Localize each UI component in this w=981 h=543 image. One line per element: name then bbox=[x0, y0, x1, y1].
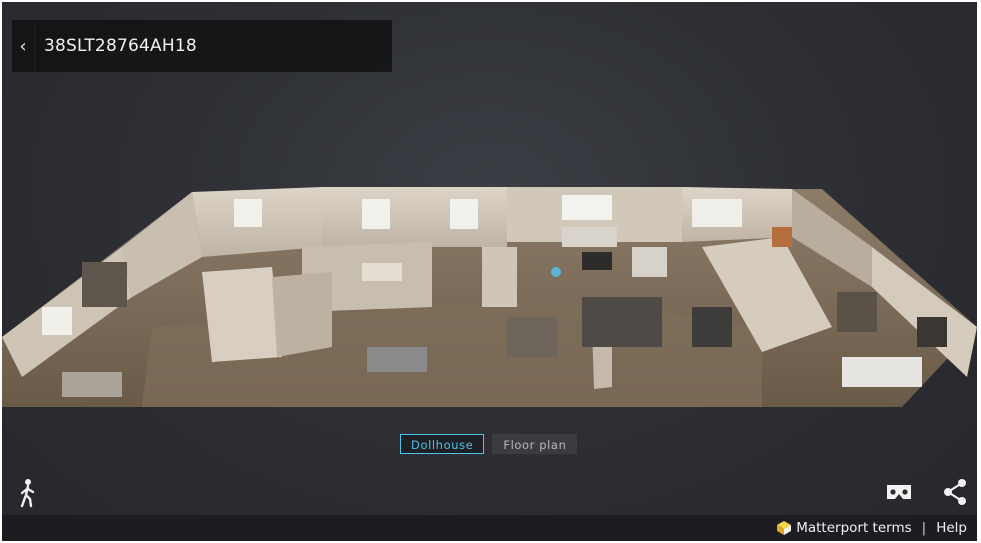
page-title: 38SLT28764AH18 bbox=[44, 36, 197, 56]
footer-bar: Matterport terms | Help bbox=[2, 515, 977, 541]
tab-dollhouse[interactable]: Dollhouse bbox=[400, 434, 485, 454]
back-button[interactable]: ‹ bbox=[12, 20, 35, 72]
navigation-marker[interactable] bbox=[551, 267, 561, 277]
matterport-logo-icon bbox=[777, 521, 792, 535]
footer-separator: | bbox=[921, 520, 927, 536]
dollhouse-model[interactable] bbox=[2, 177, 977, 412]
3d-viewer[interactable]: ‹ 38SLT28764AH18 Dollhouse Floor plan Ma… bbox=[2, 2, 977, 541]
title-bar: ‹ 38SLT28764AH18 bbox=[12, 20, 392, 72]
mode-tabs: Dollhouse Floor plan bbox=[400, 434, 578, 454]
help-link[interactable]: Help bbox=[936, 520, 967, 536]
share-icon[interactable] bbox=[942, 478, 968, 506]
chevron-left-icon: ‹ bbox=[19, 35, 27, 57]
vr-headset-icon[interactable] bbox=[885, 482, 913, 502]
tab-floor-plan[interactable]: Floor plan bbox=[492, 434, 578, 454]
matterport-terms-link[interactable]: Matterport terms bbox=[796, 520, 911, 536]
walking-person-icon[interactable] bbox=[16, 478, 38, 508]
